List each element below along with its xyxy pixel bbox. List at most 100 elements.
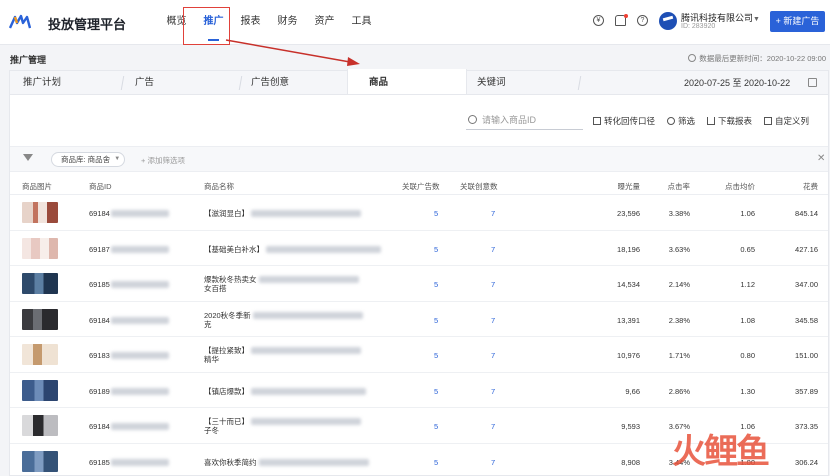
nav-tools[interactable]: 工具 [343, 0, 380, 45]
col-creatives[interactable]: 关联创意数 [460, 181, 498, 192]
redaction [110, 458, 169, 466]
table-header: 商品图片 商品ID 商品名称 关联广告数 关联创意数 曝光量 点击率 点击均价 … [10, 177, 828, 195]
product-name: 【基础美白补水】 [204, 245, 384, 254]
table-row[interactable]: 69184 【滋润显白】 5 7 23,596 3.38% 1.06 845.1… [10, 195, 828, 231]
creatives-count[interactable]: 7 [491, 351, 495, 360]
product-name: 【滋润显白】 [204, 209, 384, 218]
nav-finance[interactable]: 财务 [269, 0, 306, 45]
impressions: 9,593 [621, 422, 640, 431]
ctr: 2.86% [668, 386, 690, 396]
funnel-icon[interactable] [23, 154, 33, 161]
col-ctr[interactable]: 点击率 [668, 181, 691, 192]
new-ad-button[interactable]: + 新建广告 [770, 11, 825, 32]
chevron-down-icon: ▼ [114, 156, 121, 162]
page-title: 推广管理 [10, 55, 47, 65]
ads-count[interactable]: 5 [434, 422, 438, 431]
nav-reports[interactable]: 报表 [232, 0, 269, 45]
col-ads[interactable]: 关联广告数 [402, 181, 440, 192]
product-name-text: 【镇店爆款】 [204, 386, 249, 396]
product-name-line2: 精华 [204, 355, 219, 364]
creatives-count[interactable]: 7 [491, 422, 495, 431]
currency-icon[interactable]: ¥ [593, 15, 604, 26]
col-cost[interactable]: 花费 [803, 181, 818, 192]
filter-label: 筛选 [678, 116, 696, 126]
redaction [110, 352, 169, 359]
tab-creatives[interactable]: 广告创意 [251, 71, 289, 95]
bell-icon[interactable] [615, 14, 628, 26]
watermark-logo: 火鲤鱼 [672, 432, 770, 472]
chevron-down-icon[interactable]: ▼ [753, 16, 760, 23]
creatives-count[interactable]: 7 [491, 209, 495, 218]
filter-chip-label: 商品库: 商品舍 [61, 155, 111, 164]
cpc: 1.30 [740, 386, 755, 396]
ads-count[interactable]: 5 [434, 458, 438, 467]
add-filter-button[interactable]: + 添加筛选项 [141, 155, 185, 166]
conversion-button[interactable]: 转化回传口径 [593, 115, 655, 127]
chart-icon [593, 117, 601, 125]
product-id: 69184 [89, 422, 169, 431]
ads-count[interactable]: 5 [434, 280, 438, 289]
col-impressions[interactable]: 曝光量 [618, 181, 641, 192]
col-cpc[interactable]: 点击均价 [725, 181, 755, 192]
creatives-count[interactable]: 7 [491, 458, 495, 467]
table-row[interactable]: 69185 爆款秋冬热卖女 女百搭 5 7 14,534 2.14% 1.12 … [10, 266, 828, 302]
logo-icon[interactable] [9, 14, 31, 30]
col-image: 商品图片 [22, 182, 52, 191]
filter-chip[interactable]: 商品库: 商品舍 ▼ [51, 152, 126, 167]
cost: 347.00 [795, 280, 818, 289]
product-image [22, 237, 58, 259]
table-row[interactable]: 69184 2020秋冬季新 克 5 7 13,391 2.38% 1.08 3… [10, 302, 828, 337]
product-id-text: 69187 [89, 244, 110, 254]
tab-campaigns[interactable]: 推广计划 [23, 71, 61, 95]
calendar-icon[interactable] [808, 78, 817, 87]
download-label: 下载报表 [718, 116, 753, 126]
filter-button[interactable]: 筛选 [667, 115, 695, 127]
product-name-text: 2020秋冬季新 [204, 310, 251, 320]
cost: 357.89 [795, 386, 818, 396]
cost: 151.00 [795, 351, 818, 360]
table-row[interactable]: 69183 【提拉紧致】 精华 5 7 10,976 1.71% 0.80 15… [10, 337, 828, 373]
custom-columns-button[interactable]: 自定义列 [764, 115, 809, 127]
ads-count[interactable]: 5 [434, 316, 438, 325]
tab-ads[interactable]: 广告 [135, 71, 154, 95]
creatives-count[interactable]: 7 [491, 280, 495, 289]
ads-count[interactable]: 5 [434, 351, 438, 360]
product-id-text: 69183 [89, 351, 110, 360]
search-input[interactable] [482, 113, 580, 127]
cpc: 1.08 [740, 315, 755, 325]
product-name-line2: 克 [204, 319, 212, 329]
nav-promotion[interactable]: 推广 [195, 0, 232, 45]
creatives-count[interactable]: 7 [491, 387, 495, 396]
product-name: 【镇店爆款】 [204, 387, 384, 396]
col-name: 商品名称 [204, 182, 234, 191]
tab-keywords[interactable]: 关键词 [477, 71, 506, 95]
tab-products[interactable]: 商品 [347, 69, 467, 96]
creatives-count[interactable]: 7 [491, 316, 495, 325]
creatives-count[interactable]: 7 [491, 245, 495, 254]
cost: 373.35 [795, 422, 818, 431]
nav-assets[interactable]: 资产 [306, 0, 343, 45]
ads-count[interactable]: 5 [434, 245, 438, 254]
toolbar: 转化回传口径 筛选 下载报表 自定义列 [593, 115, 809, 127]
date-range[interactable]: 2020-07-25 至 2020-10-22 [684, 76, 790, 89]
close-icon[interactable]: ✕ [817, 153, 825, 164]
product-image [22, 450, 58, 472]
help-icon[interactable]: ? [637, 15, 648, 26]
ads-count[interactable]: 5 [434, 387, 438, 396]
nav-overview[interactable]: 概览 [158, 0, 195, 45]
custom-columns-label: 自定义列 [775, 116, 810, 126]
product-id-text: 69184 [89, 209, 110, 218]
impressions: 13,391 [617, 315, 640, 325]
table-row[interactable]: 69187 【基础美白补水】 5 7 18,196 3.63% 0.65 427… [10, 231, 828, 266]
product-name-text: 【滋润显白】 [204, 209, 249, 218]
product-image [22, 202, 58, 223]
product-id: 69185 [89, 280, 169, 289]
table-row[interactable]: 69189 【镇店爆款】 5 7 9,66 2.86% 1.30 357.89 [10, 373, 828, 408]
download-button[interactable]: 下载报表 [707, 115, 752, 127]
product-name: 喜欢你秋季简约 [204, 458, 384, 467]
brand-title: 投放管理平台 [48, 17, 127, 32]
ads-count[interactable]: 5 [434, 209, 438, 218]
tab-separator [120, 76, 125, 90]
product-search[interactable] [466, 111, 583, 130]
avatar[interactable] [659, 12, 677, 30]
